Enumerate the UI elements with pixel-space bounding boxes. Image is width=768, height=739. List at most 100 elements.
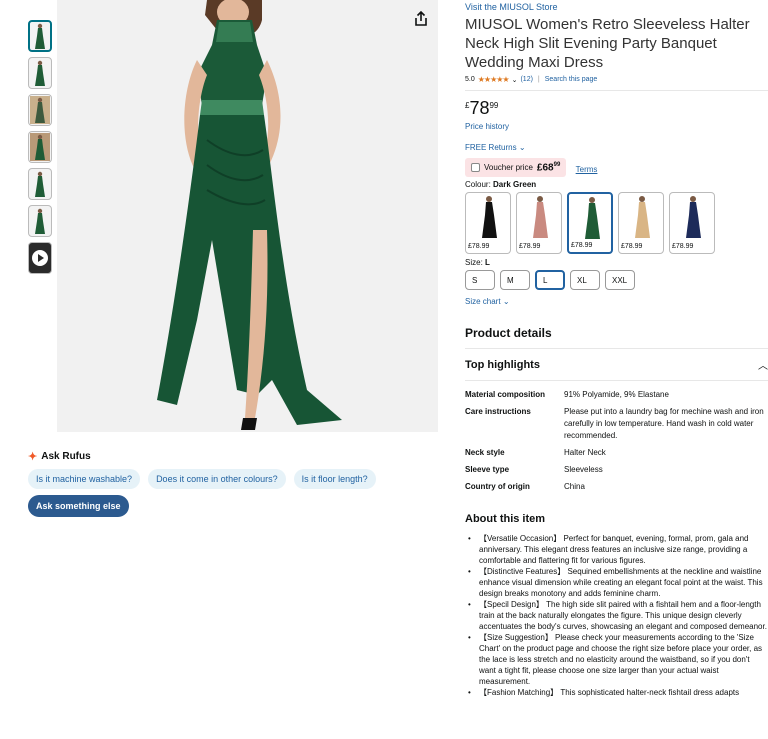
- rufus-suggestion-chip[interactable]: Is it machine washable?: [28, 469, 141, 489]
- voucher-terms-link[interactable]: Terms: [576, 165, 598, 174]
- size-label-text: Size:: [465, 258, 483, 268]
- divider: [465, 380, 768, 382]
- dress-model-image: [57, 0, 438, 432]
- spec-key: Sleeve type: [465, 465, 510, 475]
- rating-row: 5.0 ★★★★★ ⌄ (12) | Search this page: [465, 75, 768, 84]
- voucher-price-fraction: 99: [553, 162, 561, 168]
- rufus-suggestion-chip[interactable]: Does it come in other colours?: [148, 469, 286, 489]
- thumbnail-4[interactable]: [28, 131, 52, 163]
- free-returns-link[interactable]: FREE Returns ⌄: [465, 143, 768, 152]
- share-icon[interactable]: [412, 10, 430, 28]
- product-details-heading: Product details: [465, 326, 552, 341]
- colour-swatch[interactable]: £78.99: [618, 192, 664, 255]
- specs-table: Material composition 91% Polyamide, 9% El…: [465, 389, 768, 493]
- thumbnail-3[interactable]: [28, 94, 52, 126]
- colour-swatch[interactable]: £78.99: [465, 192, 511, 255]
- voucher-box[interactable]: Voucher price £6899: [465, 158, 567, 178]
- spec-row: Care instructions Please put into a laund…: [465, 406, 768, 442]
- divider: [465, 348, 768, 350]
- spec-value: Please put into a laundry bag for mechin…: [564, 407, 764, 441]
- dress-swatch-icon: [585, 197, 600, 240]
- list-item: 【Versatile Occasion】 Perfect for banquet…: [465, 533, 768, 566]
- spec-value: China: [564, 482, 585, 492]
- price-whole: 78: [469, 98, 490, 118]
- dress-thumbnail-icon: [30, 133, 50, 161]
- ask-something-else-button[interactable]: Ask something else: [28, 495, 129, 517]
- rufus-suggestions: Is it machine washable? Does it come in …: [28, 469, 408, 489]
- dress-thumbnail-icon: [35, 208, 45, 234]
- colour-label-text: Colour:: [465, 180, 491, 190]
- swatch-price: £78.99: [621, 243, 643, 251]
- review-count-link[interactable]: (12): [520, 76, 532, 83]
- chevron-down-icon[interactable]: ⌄: [512, 76, 518, 84]
- list-item: 【Specil Design】 The high side slit paire…: [465, 599, 768, 632]
- size-button[interactable]: S: [465, 270, 495, 291]
- dress-thumbnail-icon: [35, 171, 45, 197]
- spec-value: Sleeveless: [564, 465, 603, 475]
- colour-label: Colour: Dark Green: [465, 180, 768, 189]
- rufus-panel: ✦ Ask Rufus Is it machine washable? Does…: [28, 450, 408, 517]
- free-returns-text: FREE Returns: [465, 143, 517, 152]
- product-info-panel: Visit the MIUSOL Store MIUSOL Women's Re…: [465, 0, 768, 698]
- video-thumbnail[interactable]: [28, 242, 52, 274]
- about-this-item-heading: About this item: [465, 513, 546, 526]
- thumbnail-strip: [28, 20, 54, 279]
- voucher-checkbox[interactable]: [471, 163, 480, 173]
- colour-swatch[interactable]: £78.99: [669, 192, 715, 255]
- colour-swatches: £78.99 £78.99 £78.99 £78.99 £78.99: [465, 192, 768, 255]
- price-history-link[interactable]: Price history: [465, 122, 768, 131]
- divider: [465, 90, 768, 91]
- dress-thumbnail-icon: [35, 23, 45, 49]
- play-icon: [32, 250, 48, 266]
- chevron-up-icon[interactable]: ︿: [758, 357, 768, 372]
- voucher-price-whole: £68: [536, 162, 554, 174]
- size-button[interactable]: XL: [570, 270, 600, 291]
- thumbnail-2[interactable]: [28, 57, 52, 89]
- size-label: Size: L: [465, 258, 768, 267]
- list-item: 【Fashion Matching】 This sophisticated ha…: [465, 687, 768, 698]
- star-rating-icon[interactable]: ★★★★★: [478, 75, 510, 84]
- size-chart-link[interactable]: Size chart ⌄: [465, 297, 768, 306]
- voucher-price: £6899: [537, 162, 560, 173]
- swatch-price: £78.99: [519, 243, 541, 251]
- spec-value: 91% Polyamide, 9% Elastane: [564, 390, 669, 400]
- size-button-selected[interactable]: L: [535, 270, 565, 291]
- price-fraction: 99: [489, 101, 499, 110]
- size-value: L: [485, 258, 490, 268]
- thumbnail-1[interactable]: [28, 20, 52, 52]
- top-highlights-toggle[interactable]: Top highlights ︿: [465, 357, 768, 373]
- list-item: 【Distinctive Features】 Sequined embellis…: [465, 566, 768, 599]
- size-button[interactable]: XXL: [605, 270, 635, 291]
- dress-thumbnail-icon: [30, 96, 50, 124]
- spec-row: Country of origin China: [465, 481, 768, 493]
- spec-key: Country of origin: [465, 482, 530, 492]
- rufus-title-text: Ask Rufus: [41, 451, 91, 462]
- spec-row: Material composition 91% Polyamide, 9% El…: [465, 389, 768, 401]
- colour-swatch-selected[interactable]: £78.99: [567, 192, 613, 255]
- spec-row: Sleeve type Sleeveless: [465, 464, 768, 476]
- size-chart-text: Size chart: [465, 297, 501, 307]
- swatch-price: £78.99: [571, 242, 593, 250]
- top-highlights-heading: Top highlights: [465, 358, 540, 371]
- size-options: S M L XL XXL: [465, 270, 768, 291]
- size-button[interactable]: M: [500, 270, 530, 291]
- sparkle-icon: ✦: [28, 451, 38, 463]
- separator: |: [537, 76, 540, 83]
- dress-swatch-icon: [533, 196, 548, 239]
- voucher-label: Voucher price: [484, 163, 533, 173]
- about-list: 【Versatile Occasion】 Perfect for banquet…: [465, 533, 768, 698]
- thumbnail-5[interactable]: [28, 168, 52, 200]
- colour-swatch[interactable]: £78.99: [516, 192, 562, 255]
- list-item: 【Size Suggestion】 Please check your meas…: [465, 632, 768, 687]
- dress-swatch-icon: [482, 196, 497, 239]
- search-page-link[interactable]: Search this page: [545, 76, 598, 83]
- rufus-title: ✦ Ask Rufus: [28, 450, 408, 463]
- spec-key: Neck style: [465, 448, 505, 458]
- rufus-suggestion-chip[interactable]: Is it floor length?: [293, 469, 376, 489]
- chevron-down-icon: ⌄: [502, 297, 510, 307]
- store-link[interactable]: Visit the MIUSOL Store: [465, 2, 768, 12]
- rating-value: 5.0: [465, 76, 475, 83]
- main-product-image[interactable]: [57, 0, 438, 432]
- colour-value: Dark Green: [493, 180, 537, 190]
- thumbnail-6[interactable]: [28, 205, 52, 237]
